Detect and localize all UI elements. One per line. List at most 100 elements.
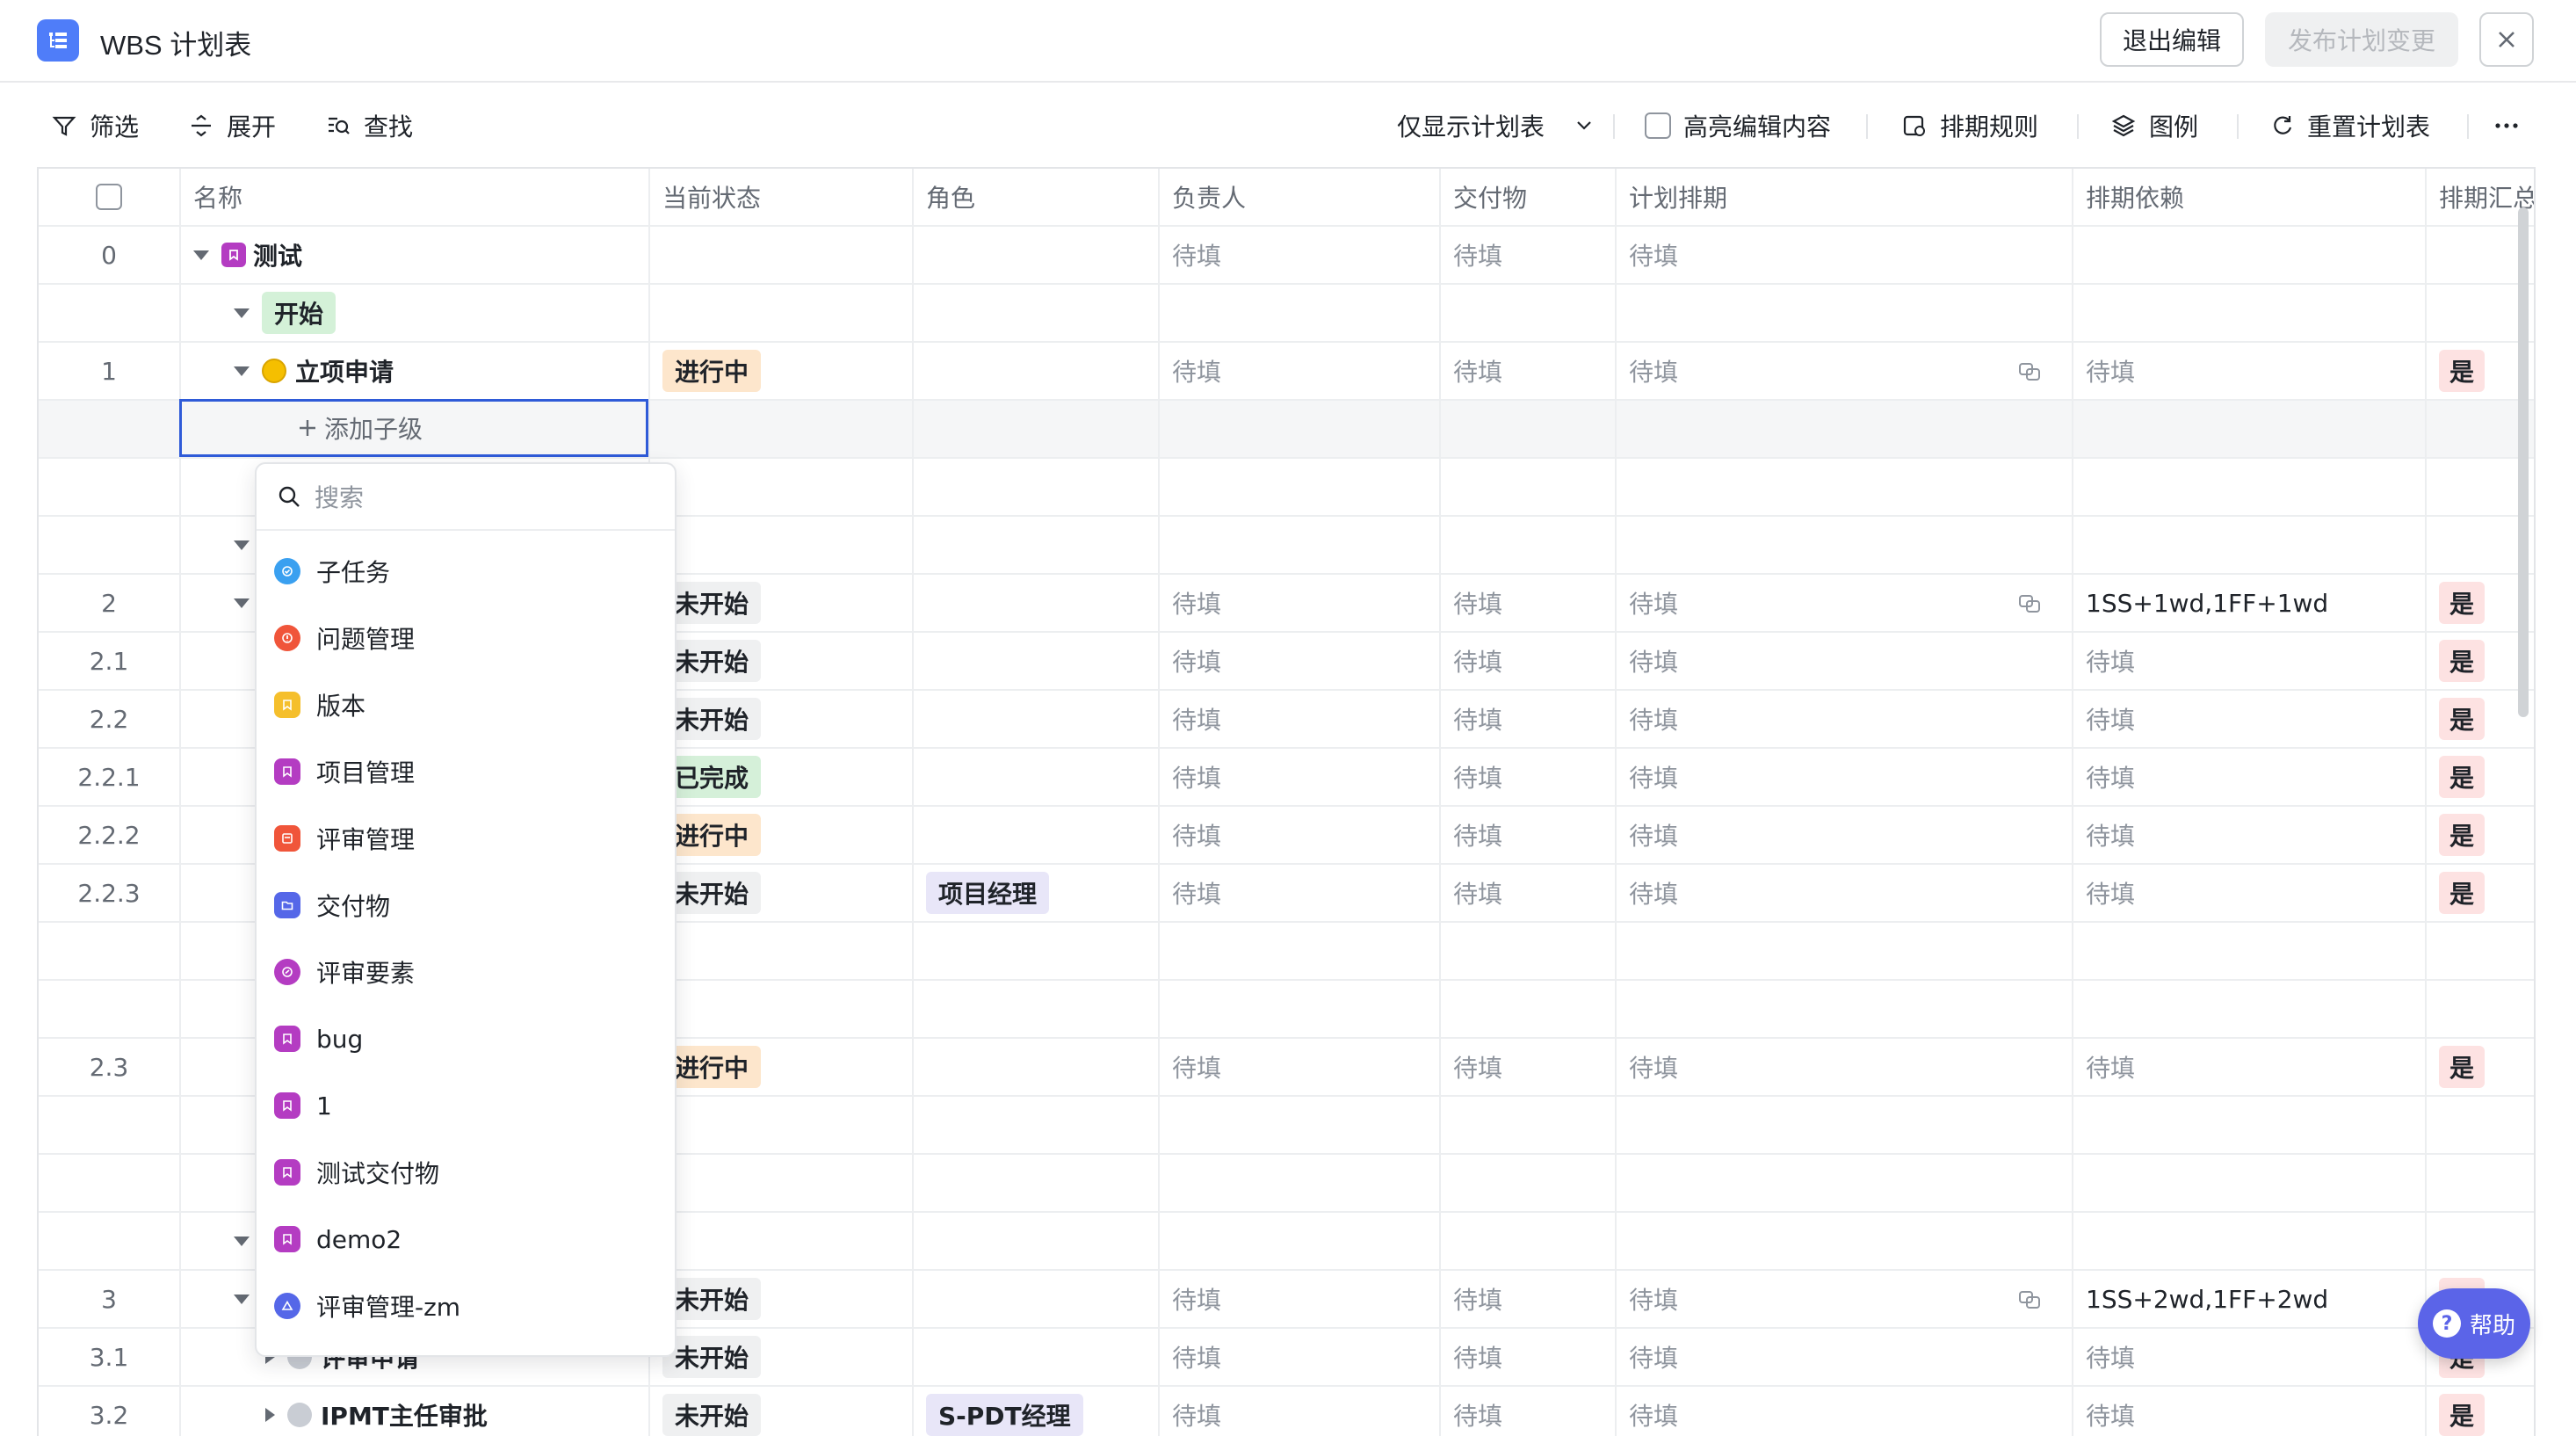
status-cell[interactable]: 未开始 xyxy=(650,633,914,689)
status-cell[interactable]: 未开始 xyxy=(650,865,914,921)
collapse-caret-icon[interactable] xyxy=(234,1294,250,1304)
role-cell[interactable]: S-PDT经理 xyxy=(914,1387,1160,1436)
collapse-caret-icon[interactable] xyxy=(193,250,209,260)
deliverable-cell[interactable]: 待填 xyxy=(1441,749,1617,805)
deliverable-cell[interactable]: 待填 xyxy=(1441,1329,1617,1385)
status-cell[interactable]: 未开始 xyxy=(650,1387,914,1436)
col-name[interactable]: 名称 xyxy=(181,169,650,225)
select-all-cell[interactable] xyxy=(39,169,181,225)
role-cell[interactable] xyxy=(914,227,1160,283)
collapse-caret-icon[interactable] xyxy=(234,1236,250,1246)
highlight-checkbox[interactable] xyxy=(1645,112,1671,139)
dependency-cell[interactable]: 待填 xyxy=(2073,1387,2427,1436)
summary-cell[interactable]: 是 xyxy=(2427,749,2534,805)
schedule-cell[interactable]: 待填 xyxy=(1617,1039,2073,1095)
legend-button[interactable]: 图例 xyxy=(2110,105,2198,146)
dropdown-item[interactable]: 评审管理 xyxy=(274,812,661,865)
dropdown-search[interactable]: 搜索 xyxy=(257,464,675,531)
role-cell[interactable] xyxy=(914,575,1160,631)
more-button[interactable] xyxy=(2492,105,2522,146)
dependency-cell[interactable]: 1SS+2wd,1FF+2wd xyxy=(2073,1271,2427,1327)
dependency-cell[interactable]: 待填 xyxy=(2073,807,2427,863)
collapse-caret-icon[interactable] xyxy=(234,598,250,608)
schedule-cell[interactable]: 待填 xyxy=(1617,343,2073,399)
deliverable-cell[interactable]: 待填 xyxy=(1441,1387,1617,1436)
schedule-cell[interactable]: 待填 xyxy=(1617,691,2073,747)
collapse-caret-icon[interactable] xyxy=(234,308,250,318)
owner-cell[interactable]: 待填 xyxy=(1160,575,1441,631)
col-status[interactable]: 当前状态 xyxy=(650,169,914,225)
schedule-cell[interactable]: 待填 xyxy=(1617,575,2073,631)
deliverable-cell[interactable]: 待填 xyxy=(1441,343,1617,399)
dropdown-item[interactable]: bug xyxy=(274,1012,661,1065)
deliverable-cell[interactable]: 待填 xyxy=(1441,227,1617,283)
schedule-cell[interactable]: 待填 xyxy=(1617,633,2073,689)
dropdown-item[interactable]: 交付物 xyxy=(274,879,661,932)
table-row[interactable]: 3.2 IPMT主任审批 未开始 S-PDT经理 待填 待填 待填 待填 是 xyxy=(39,1387,2534,1436)
link-icon[interactable] xyxy=(2017,592,2042,615)
view-select[interactable]: 仅显示计划表 xyxy=(1397,105,1596,146)
dropdown-item[interactable]: 项目管理 xyxy=(274,745,661,798)
status-cell[interactable]: 未开始 xyxy=(650,1271,914,1327)
status-cell[interactable]: 未开始 xyxy=(650,1329,914,1385)
role-cell[interactable]: 项目经理 xyxy=(914,865,1160,921)
name-cell[interactable]: 立项申请 xyxy=(181,343,650,399)
find-button[interactable]: 查找 xyxy=(325,105,413,146)
dependency-cell[interactable]: 待填 xyxy=(2073,691,2427,747)
owner-cell[interactable]: 待填 xyxy=(1160,1271,1441,1327)
dependency-cell[interactable] xyxy=(2073,227,2427,283)
schedule-cell[interactable]: 待填 xyxy=(1617,227,2073,283)
dependency-cell[interactable]: 待填 xyxy=(2073,749,2427,805)
summary-cell[interactable]: 是 xyxy=(2427,1039,2534,1095)
dependency-cell[interactable]: 1SS+1wd,1FF+1wd xyxy=(2073,575,2427,631)
highlight-edits-toggle[interactable]: 高亮编辑内容 xyxy=(1645,105,1831,146)
close-button[interactable] xyxy=(2479,12,2534,67)
dependency-cell[interactable]: 待填 xyxy=(2073,343,2427,399)
col-deliverable[interactable]: 交付物 xyxy=(1441,169,1617,225)
dropdown-item[interactable]: 问题管理 xyxy=(274,612,661,664)
expand-caret-icon[interactable] xyxy=(265,1408,275,1422)
filter-button[interactable]: 筛选 xyxy=(51,105,139,146)
collapse-caret-icon[interactable] xyxy=(234,366,250,376)
collapse-caret-icon[interactable] xyxy=(234,540,250,550)
dropdown-item[interactable]: 评审管理-zm xyxy=(274,1280,661,1332)
vertical-scrollbar[interactable] xyxy=(2518,207,2529,717)
owner-cell[interactable]: 待填 xyxy=(1160,1387,1441,1436)
link-icon[interactable] xyxy=(2017,360,2042,383)
status-cell[interactable]: 进行中 xyxy=(650,807,914,863)
role-cell[interactable] xyxy=(914,343,1160,399)
deliverable-cell[interactable]: 待填 xyxy=(1441,633,1617,689)
name-cell[interactable]: 开始 xyxy=(181,285,650,341)
status-cell[interactable] xyxy=(650,227,914,283)
owner-cell[interactable]: 待填 xyxy=(1160,343,1441,399)
name-cell[interactable]: IPMT主任审批 xyxy=(181,1387,650,1436)
owner-cell[interactable]: 待填 xyxy=(1160,1329,1441,1385)
owner-cell[interactable]: 待填 xyxy=(1160,807,1441,863)
dependency-cell[interactable]: 待填 xyxy=(2073,633,2427,689)
dependency-cell[interactable]: 待填 xyxy=(2073,1329,2427,1385)
dropdown-item[interactable]: 测试交付物 xyxy=(274,1146,661,1199)
deliverable-cell[interactable]: 待填 xyxy=(1441,691,1617,747)
schedule-rules-button[interactable]: 排期规则 xyxy=(1901,105,2038,146)
summary-cell[interactable]: 是 xyxy=(2427,865,2534,921)
owner-cell[interactable]: 待填 xyxy=(1160,227,1441,283)
link-icon[interactable] xyxy=(2017,1288,2042,1311)
exit-edit-button[interactable]: 退出编辑 xyxy=(2100,12,2244,67)
dependency-cell[interactable]: 待填 xyxy=(2073,865,2427,921)
schedule-cell[interactable]: 待填 xyxy=(1617,865,2073,921)
status-cell[interactable]: 进行中 xyxy=(650,343,914,399)
dropdown-item[interactable]: demo2 xyxy=(274,1213,661,1266)
dropdown-item[interactable]: 1 xyxy=(274,1079,661,1132)
owner-cell[interactable]: 待填 xyxy=(1160,691,1441,747)
dependency-cell[interactable]: 待填 xyxy=(2073,1039,2427,1095)
table-row[interactable]: 1 立项申请 进行中 待填 待填 待填 待填 是 xyxy=(39,343,2534,401)
publish-changes-button[interactable]: 发布计划变更 xyxy=(2265,12,2458,67)
deliverable-cell[interactable]: 待填 xyxy=(1441,1271,1617,1327)
deliverable-cell[interactable]: 待填 xyxy=(1441,1039,1617,1095)
deliverable-cell[interactable]: 待填 xyxy=(1441,807,1617,863)
status-cell[interactable]: 未开始 xyxy=(650,691,914,747)
summary-cell[interactable]: 是 xyxy=(2427,807,2534,863)
owner-cell[interactable]: 待填 xyxy=(1160,633,1441,689)
schedule-cell[interactable]: 待填 xyxy=(1617,807,2073,863)
schedule-cell[interactable]: 待填 xyxy=(1617,1329,2073,1385)
